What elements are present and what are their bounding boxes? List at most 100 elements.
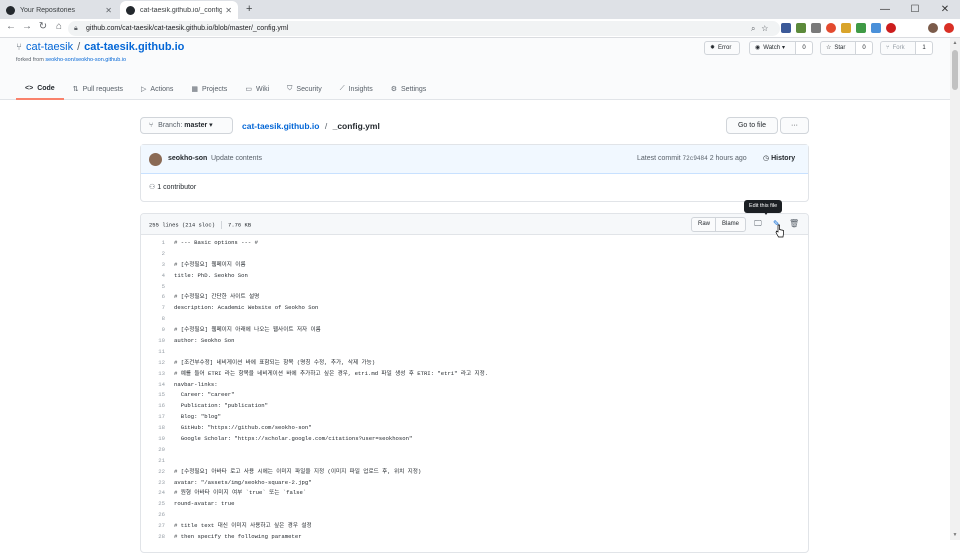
scroll-down-icon[interactable]: ▼	[950, 532, 960, 538]
history-link[interactable]: ◷ History	[763, 154, 795, 162]
tab-actions[interactable]: ▷ Actions	[132, 78, 182, 100]
extension-icon[interactable]	[841, 23, 851, 33]
line-number[interactable]: 7	[141, 303, 165, 314]
go-to-file-button[interactable]: Go to file	[726, 117, 778, 134]
commit-box: seokho-son Update contents Latest commit…	[140, 144, 809, 202]
line-number[interactable]: 24	[141, 488, 165, 499]
search-icon[interactable]: ⌕	[751, 24, 761, 33]
error-button[interactable]: ✸ Error	[704, 41, 740, 55]
address-bar[interactable]: 🔒︎ github.com/cat-taesik/cat-taesik.gith…	[68, 21, 780, 36]
tab-wiki[interactable]: ▭ Wiki	[236, 78, 278, 100]
extension-icon[interactable]	[796, 23, 806, 33]
browser-tab-config[interactable]: cat-taesik.github.io/_config.yml ✕	[120, 1, 238, 19]
commit-message-link[interactable]: Update contents	[211, 155, 262, 162]
line-number[interactable]: 4	[141, 271, 165, 282]
trash-icon[interactable]: 🗑︎	[789, 219, 799, 228]
minimize-button[interactable]: —	[870, 0, 900, 19]
watch-button[interactable]: ◉ Watch ▾	[749, 41, 796, 55]
file-header: 255 lines (214 sloc) 7.76 KB Raw Blame 🖵︎…	[141, 214, 808, 235]
repo-name-link[interactable]: cat-taesik.github.io	[84, 41, 184, 53]
browser-tab-repositories[interactable]: Your Repositories ✕	[0, 1, 118, 19]
line-number[interactable]: 9	[141, 325, 165, 336]
extension-icon[interactable]	[811, 23, 821, 33]
line-number[interactable]: 12	[141, 358, 165, 369]
avatar[interactable]	[149, 153, 162, 166]
line-content: # [조건부수정] 네비게이션 바에 표함되는 항목 (명칭 수정, 추가, 삭…	[174, 358, 376, 366]
star-count[interactable]: 0	[855, 41, 873, 55]
reload-icon[interactable]: ↻	[36, 21, 50, 32]
blame-button[interactable]: Blame	[715, 217, 747, 232]
code-line: 15 Career: "career"	[141, 390, 808, 401]
line-number[interactable]: 5	[141, 282, 165, 293]
line-number[interactable]: 26	[141, 510, 165, 521]
more-options-button[interactable]: ···	[780, 117, 809, 134]
line-number[interactable]: 13	[141, 369, 165, 380]
line-number[interactable]: 22	[141, 467, 165, 478]
tab-insights[interactable]: ⟋ Insights	[331, 78, 382, 100]
close-window-button[interactable]: ✕	[930, 0, 960, 19]
line-number[interactable]: 21	[141, 456, 165, 467]
line-number[interactable]: 1	[141, 238, 165, 249]
fork-button[interactable]: ⑂ Fork	[880, 41, 916, 55]
extension-icon[interactable]	[781, 23, 791, 33]
scrollbar-thumb[interactable]	[952, 50, 958, 90]
fork-count[interactable]: 1	[915, 41, 933, 55]
line-number[interactable]: 25	[141, 499, 165, 510]
desktop-icon[interactable]: 🖵︎	[754, 219, 762, 229]
tab-security[interactable]: ⛉ Security	[278, 78, 331, 100]
contributors-link[interactable]: ⚇ 1 contributor	[149, 183, 196, 191]
commit-sha-link[interactable]: 72c9484	[683, 155, 708, 162]
page-scrollbar[interactable]: ▲ ▼	[950, 38, 960, 540]
extension-icon[interactable]	[886, 23, 896, 33]
pull-request-icon: ⇅	[72, 86, 79, 93]
line-number[interactable]: 18	[141, 423, 165, 434]
line-number[interactable]: 15	[141, 390, 165, 401]
extension-icon[interactable]	[871, 23, 881, 33]
branch-select-button[interactable]: ⑂ Branch: master ▾	[140, 117, 233, 134]
line-number[interactable]: 14	[141, 380, 165, 391]
extension-icon[interactable]	[826, 23, 836, 33]
maximize-button[interactable]: ☐	[900, 0, 930, 19]
line-number[interactable]: 16	[141, 401, 165, 412]
tab-pull-requests[interactable]: ⇅ Pull requests	[64, 78, 132, 100]
close-icon[interactable]: ✕	[105, 6, 112, 15]
line-content: Publication: "publication"	[174, 402, 268, 410]
star-button[interactable]: ☆ Star	[820, 41, 856, 55]
close-icon[interactable]: ✕	[225, 6, 232, 15]
scroll-up-icon[interactable]: ▲	[950, 40, 960, 46]
latest-commit-label: Latest commit	[637, 155, 681, 162]
breadcrumb-repo-link[interactable]: cat-taesik.github.io	[242, 121, 319, 131]
shield-icon: ⛉	[287, 85, 293, 92]
line-number[interactable]: 2	[141, 249, 165, 260]
error-label: Error	[718, 45, 732, 51]
forked-from-link[interactable]: seokho-son/seokho-son.github.io	[45, 57, 126, 63]
menu-icon[interactable]	[944, 23, 954, 33]
line-number[interactable]: 19	[141, 434, 165, 445]
line-number[interactable]: 17	[141, 412, 165, 423]
line-number[interactable]: 6	[141, 292, 165, 303]
new-tab-button[interactable]: +	[246, 3, 252, 15]
home-icon[interactable]: ⌂	[52, 21, 66, 32]
line-number[interactable]: 8	[141, 314, 165, 325]
back-icon[interactable]: ←	[4, 21, 18, 32]
commit-author-link[interactable]: seokho-son	[168, 155, 207, 162]
repo-owner-link[interactable]: cat-taesik	[26, 41, 73, 53]
line-number[interactable]: 20	[141, 445, 165, 456]
forward-icon[interactable]: →	[20, 21, 34, 32]
profile-avatar[interactable]	[928, 23, 938, 33]
line-number[interactable]: 23	[141, 478, 165, 489]
fork-icon: ⑂	[886, 45, 890, 51]
line-number[interactable]: 3	[141, 260, 165, 271]
watch-count[interactable]: 0	[795, 41, 813, 55]
star-icon[interactable]: ☆	[761, 24, 774, 33]
extension-icon[interactable]	[856, 23, 866, 33]
line-number[interactable]: 27	[141, 521, 165, 532]
tab-settings[interactable]: ⚙ Settings	[382, 78, 436, 100]
raw-button[interactable]: Raw	[691, 217, 718, 232]
line-number[interactable]: 10	[141, 336, 165, 347]
tab-projects[interactable]: ▦ Projects	[182, 78, 236, 100]
gear-icon: ✸	[710, 45, 716, 51]
tab-code[interactable]: <> Code	[16, 78, 64, 100]
line-number[interactable]: 28	[141, 532, 165, 543]
line-number[interactable]: 11	[141, 347, 165, 358]
